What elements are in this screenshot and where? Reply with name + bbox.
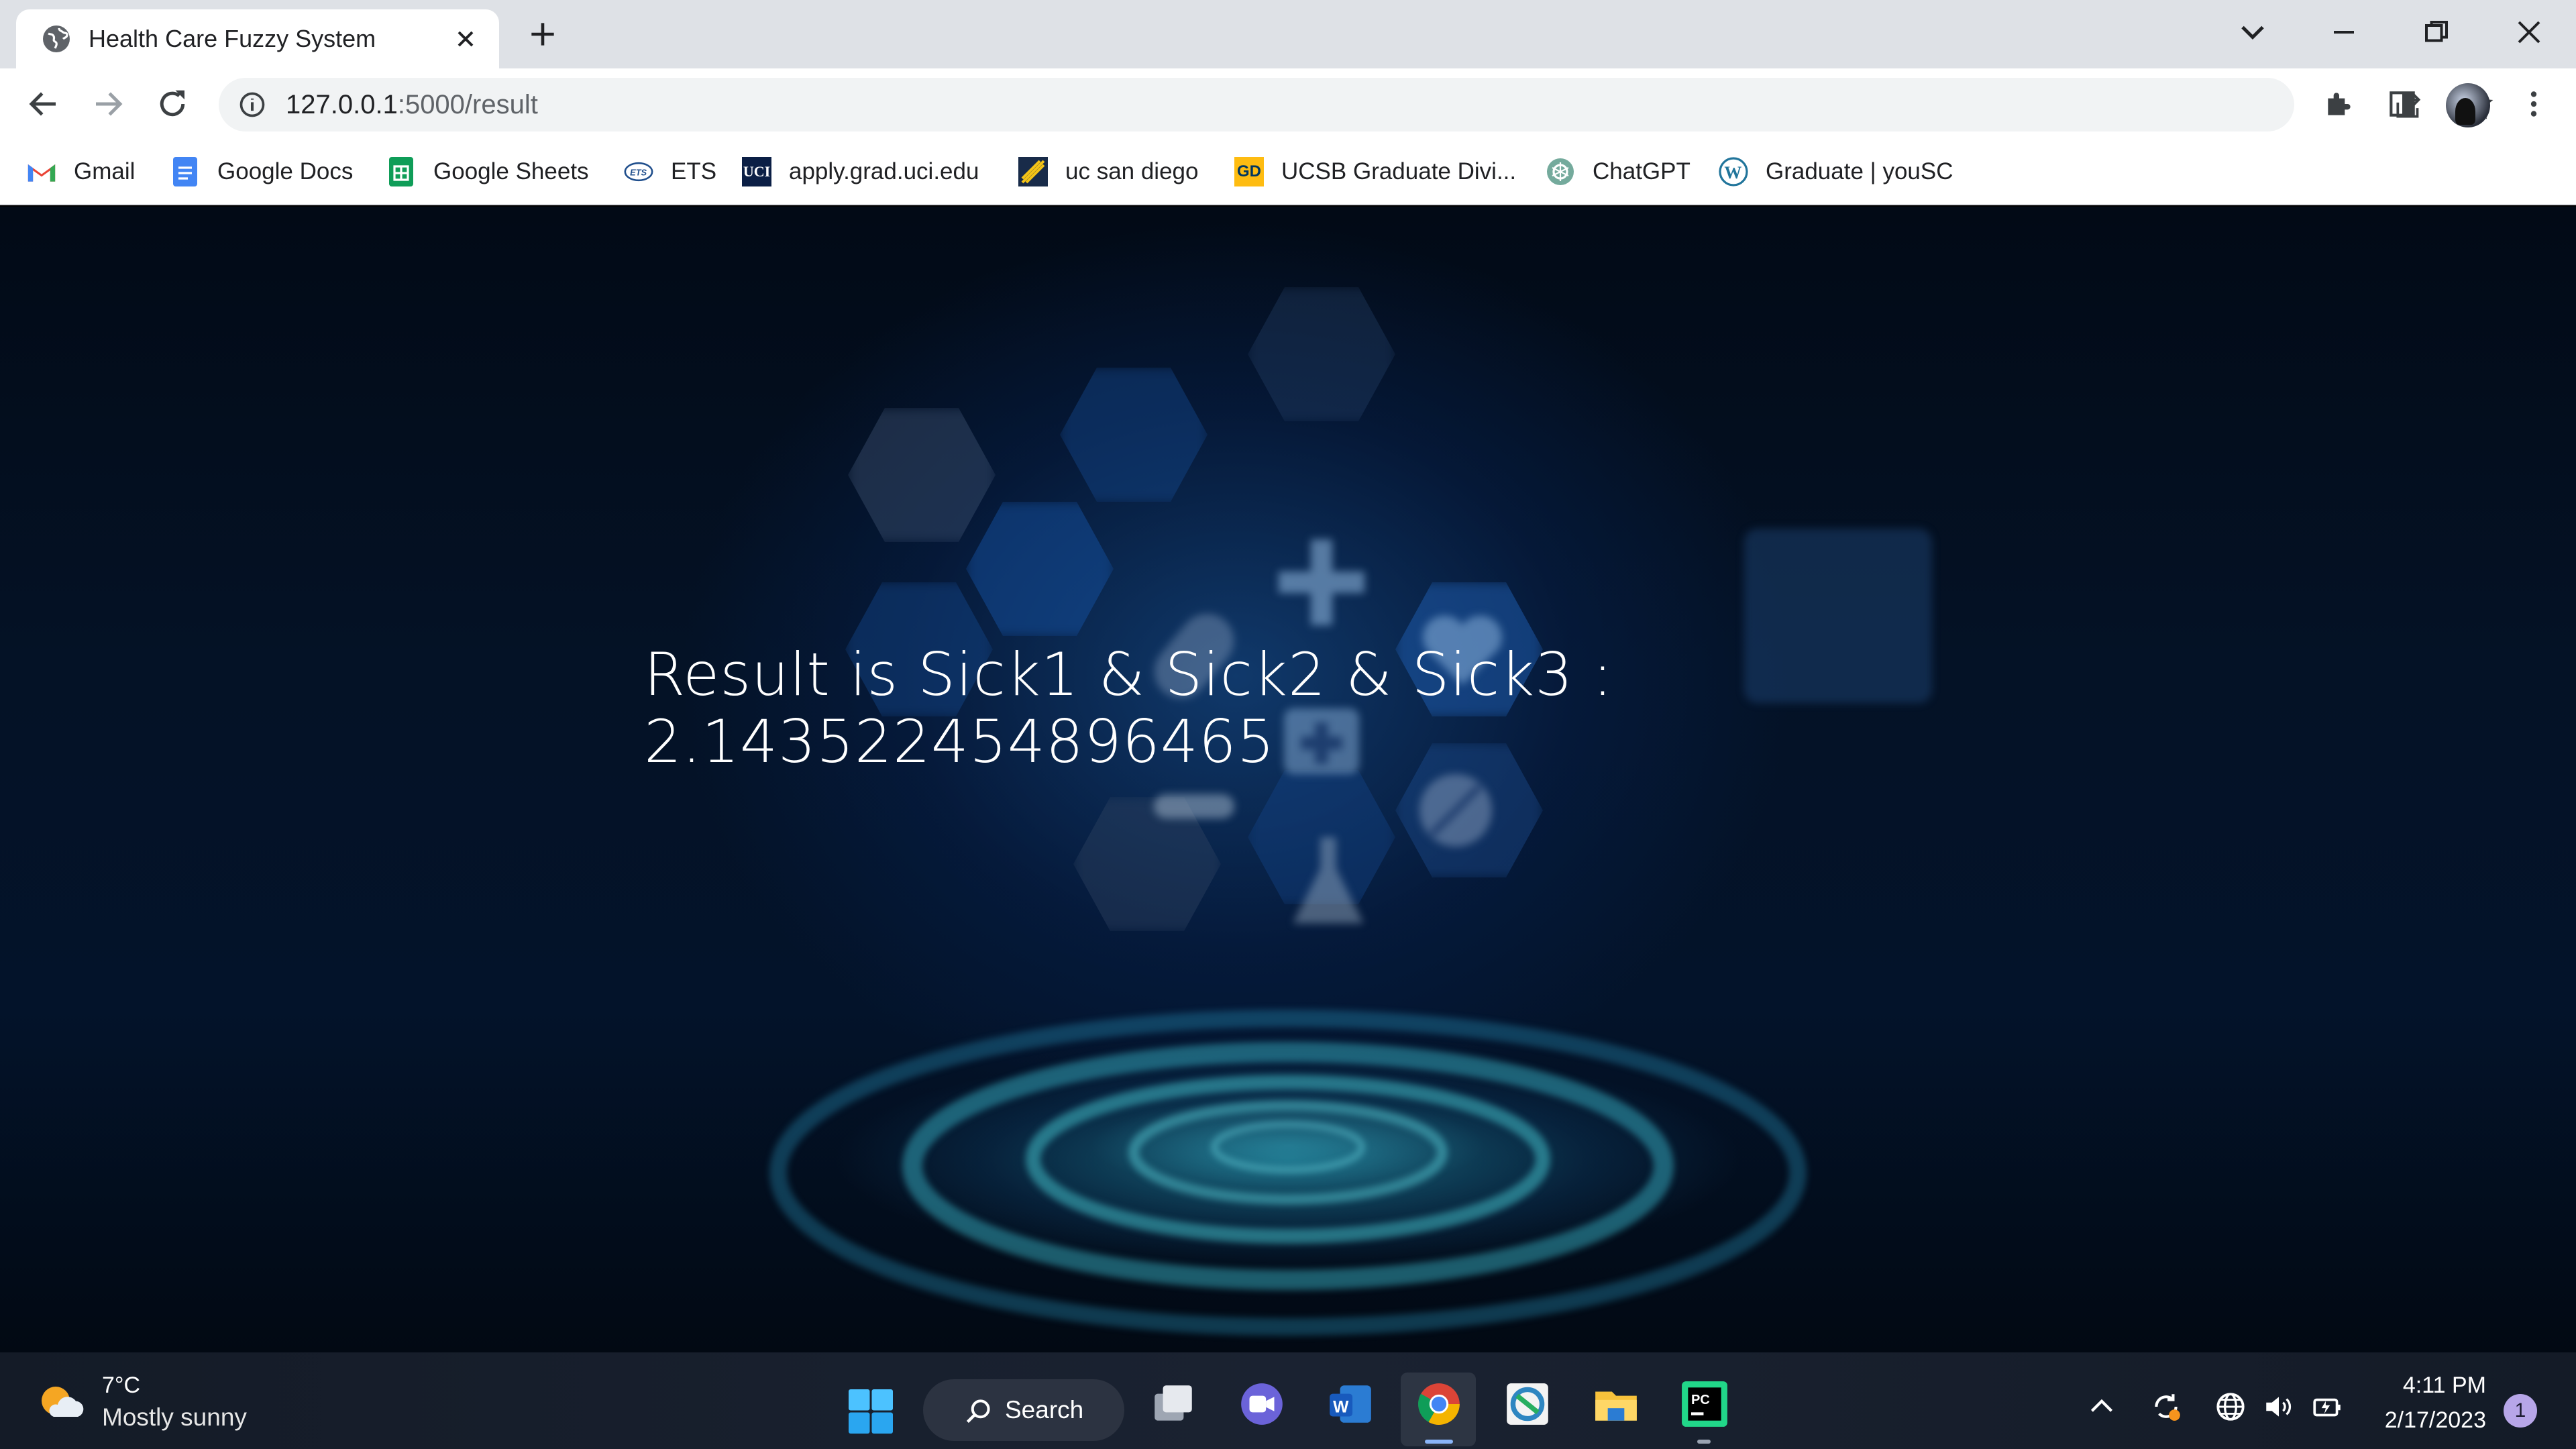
svg-text:W: W: [1724, 163, 1741, 182]
bookmark-uci[interactable]: UCI apply.grad.uci.edu: [742, 153, 979, 191]
bookmark-label: apply.grad.uci.edu: [789, 158, 979, 184]
sync-update-icon[interactable]: [2149, 1390, 2183, 1424]
windows-taskbar: 7°C Mostly sunny Search W PC 4:11 PM 2/1…: [0, 1352, 2576, 1449]
bookmark-google-docs[interactable]: Google Docs: [170, 153, 353, 191]
bookmark-graduate-yousc[interactable]: W Graduate | youSC: [1719, 153, 1953, 191]
bookmark-ucsb[interactable]: GD UCSB Graduate Divi...: [1234, 153, 1516, 191]
bookmark-label: Google Sheets: [433, 158, 589, 184]
svg-text:ETS: ETS: [630, 168, 647, 178]
glowing-rings: [769, 1010, 1807, 1336]
bookmark-label: Gmail: [74, 158, 136, 184]
back-arrow-icon[interactable]: [25, 86, 62, 122]
background-hexagon: [1248, 287, 1395, 421]
url-path: :5000/result: [397, 90, 538, 119]
volume-icon[interactable]: [2262, 1390, 2296, 1424]
chrome-running-indicator: [1425, 1440, 1453, 1444]
globe-icon: [43, 25, 70, 52]
bookmark-ets[interactable]: ETS ETS: [624, 153, 716, 191]
capsule-icon: [1154, 794, 1234, 818]
svg-text:PC: PC: [1691, 1393, 1710, 1407]
close-window-icon[interactable]: [2509, 12, 2549, 52]
bookmark-label: ChatGPT: [1593, 158, 1690, 184]
teams-chat-icon[interactable]: [1237, 1379, 1287, 1429]
address-bar[interactable]: 127.0.0.1:5000/result: [219, 78, 2493, 131]
tab-search-chevron-icon[interactable]: [2233, 12, 2273, 52]
bookmark-gmail[interactable]: Gmail: [27, 153, 135, 191]
svg-text:W: W: [1333, 1398, 1349, 1416]
taskbar-search-box[interactable]: Search: [923, 1379, 1124, 1441]
clock-time[interactable]: 4:11 PM: [2375, 1373, 2486, 1399]
more-menu-icon[interactable]: [2517, 87, 2551, 121]
bookmark-label: uc san diego: [1065, 158, 1199, 184]
google-sheets-icon: [386, 157, 416, 186]
ets-icon: ETS: [624, 157, 653, 186]
bookmark-chatgpt[interactable]: ChatGPT: [1546, 153, 1690, 191]
tab-title: Health Care Fuzzy System: [89, 25, 376, 52]
result-page: Result is Sick1 & Sick2 & Sick3 : 2.1435…: [0, 207, 2576, 1352]
bookmark-label: ETS: [671, 158, 717, 184]
bookmark-uc-san-diego[interactable]: uc san diego: [1018, 153, 1198, 191]
close-tab-icon[interactable]: [452, 25, 479, 52]
bookmark-label: Google Docs: [217, 158, 354, 184]
search-icon: [966, 1399, 990, 1424]
background-hexagon: [848, 408, 996, 542]
google-docs-icon: [170, 157, 200, 186]
chrome-icon[interactable]: [1414, 1379, 1464, 1429]
medical-cross-icon: [1279, 539, 1364, 625]
clock-date[interactable]: 2/17/2023: [2361, 1407, 2486, 1434]
bookmarks-bar: Gmail Google Docs Google Sheets ETS ETS …: [0, 140, 2576, 205]
result-label: Result is Sick1 & Sick2 & Sick3 :: [644, 640, 1613, 709]
gmail-icon: [27, 157, 56, 186]
chatgpt-icon: [1546, 157, 1575, 186]
partly-sunny-icon[interactable]: [38, 1381, 86, 1421]
ucsb-icon: GD: [1234, 157, 1264, 186]
browser-tab-strip: Health Care Fuzzy System: [0, 0, 2576, 68]
bookmark-label: UCSB Graduate Divi...: [1281, 158, 1517, 184]
forward-arrow-icon[interactable]: [90, 86, 126, 122]
show-hidden-icons-chevron-icon[interactable]: [2085, 1390, 2118, 1424]
restore-icon[interactable]: [2416, 12, 2457, 52]
background-hexagon: [966, 502, 1114, 636]
uci-icon: UCI: [742, 157, 771, 186]
notification-badge[interactable]: 1: [2504, 1394, 2537, 1428]
weather-description[interactable]: Mostly sunny: [102, 1403, 247, 1432]
minimize-icon[interactable]: [2324, 12, 2364, 52]
pill-icon: [1419, 774, 1492, 847]
url-host: 127.0.0.1: [286, 90, 398, 119]
profile-avatar[interactable]: [2446, 83, 2490, 127]
file-explorer-icon[interactable]: [1591, 1379, 1641, 1429]
result-value: 2.143522454896465: [644, 707, 1275, 776]
reload-icon[interactable]: [154, 86, 191, 122]
pycharm-icon[interactable]: PC: [1680, 1379, 1729, 1429]
bookmark-label: Graduate | youSC: [1766, 158, 1953, 184]
windows-start-icon[interactable]: [847, 1387, 895, 1436]
task-view-icon[interactable]: [1148, 1379, 1198, 1429]
network-globe-icon[interactable]: [2214, 1390, 2247, 1424]
flask-icon: [1293, 837, 1364, 924]
battery-charging-icon[interactable]: [2310, 1390, 2344, 1424]
weather-temperature[interactable]: 7°C: [102, 1373, 140, 1399]
new-tab-icon[interactable]: [526, 17, 559, 51]
extensions-puzzle-icon[interactable]: [2322, 87, 2356, 121]
side-panel-icon[interactable]: [2385, 87, 2419, 121]
bookmark-google-sheets[interactable]: Google Sheets: [386, 153, 589, 191]
pycharm-running-indicator: [1697, 1440, 1711, 1444]
word-icon[interactable]: W: [1326, 1379, 1375, 1429]
ucsd-icon: [1018, 157, 1048, 186]
background-hexagon: [1060, 368, 1208, 502]
site-info-icon[interactable]: [237, 90, 267, 119]
photos-app-icon[interactable]: [1503, 1379, 1552, 1429]
wordpress-icon: W: [1719, 157, 1748, 186]
result-heading: Result is Sick1 & Sick2 & Sick3 : 2.1435…: [644, 641, 1851, 775]
url-text: 127.0.0.1:5000/result: [286, 78, 538, 131]
browser-toolbar: 127.0.0.1:5000/result: [0, 68, 2576, 140]
tab-health-care-fuzzy-system[interactable]: Health Care Fuzzy System: [16, 9, 499, 68]
search-label: Search: [1005, 1396, 1084, 1424]
